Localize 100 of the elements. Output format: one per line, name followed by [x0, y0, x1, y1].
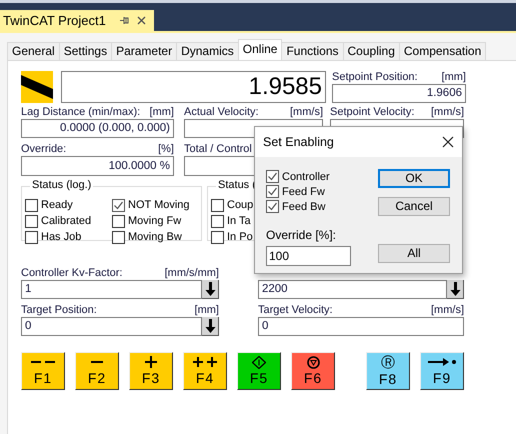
- document-title: TwinCAT Project1: [3, 13, 106, 28]
- checkbox[interactable]: [266, 185, 279, 198]
- striped-axis-icon: [21, 71, 53, 103]
- unit-label: [%]: [158, 143, 174, 156]
- checkbox[interactable]: [211, 214, 224, 228]
- double-plus-icon: [193, 356, 217, 369]
- group-title: Status (log.): [30, 179, 94, 191]
- diamond-icon: [252, 356, 266, 369]
- checkbox-label: Feed Bw: [282, 200, 326, 212]
- field-label: Override:: [21, 143, 66, 156]
- input-field[interactable]: 0: [21, 317, 202, 336]
- checkbox-label: Controller: [282, 170, 330, 182]
- value-field: 100.0000 %: [21, 156, 174, 176]
- key-label: F2: [88, 371, 106, 386]
- function-key[interactable]: F1: [21, 352, 65, 390]
- tab[interactable]: Online: [238, 39, 282, 60]
- field-label: Setpoint Position:: [332, 71, 418, 84]
- checkbox-label: Feed Fw: [282, 186, 325, 198]
- plus-icon: [145, 356, 157, 369]
- tab[interactable]: Dynamics: [176, 42, 239, 60]
- checkbox-label: Has Job: [41, 231, 82, 243]
- checkbox-label: NOT Moving: [128, 199, 190, 211]
- unit-label: [mm]: [442, 71, 466, 84]
- tab[interactable]: Coupling: [342, 42, 400, 60]
- pin-icon[interactable]: [120, 16, 129, 25]
- down-arrow-button[interactable]: [202, 317, 219, 336]
- checkbox-label: Coup: [227, 199, 254, 211]
- key-label: F5: [250, 371, 268, 386]
- checkbox[interactable]: [266, 170, 279, 183]
- function-key[interactable]: F2: [75, 352, 119, 390]
- field-label: Override [%]:: [266, 228, 338, 242]
- key-label: F4: [196, 371, 214, 386]
- function-key[interactable]: F5: [237, 352, 281, 390]
- checkbox[interactable]: [112, 214, 125, 228]
- unit-label: [mm/s]: [431, 106, 464, 119]
- check-icon: [267, 171, 278, 182]
- arrow-dot-icon: [428, 356, 456, 369]
- down-arrow-icon: [204, 319, 216, 333]
- checkbox[interactable]: [266, 200, 279, 213]
- down-arrow-icon: [204, 282, 216, 296]
- input-field[interactable]: 0: [258, 317, 464, 336]
- checkbox-label: Moving Fw: [128, 215, 182, 227]
- key-label: F9: [432, 371, 452, 386]
- down-arrow-icon: [450, 282, 460, 296]
- dialog-button[interactable]: OK: [378, 169, 450, 188]
- checkbox-label: In Po: [227, 231, 253, 243]
- input-field[interactable]: 1: [21, 280, 202, 299]
- down-arrow-button[interactable]: [447, 280, 464, 299]
- checkbox[interactable]: [211, 230, 224, 244]
- unit-label: [mm]: [194, 304, 219, 317]
- checkbox[interactable]: [25, 198, 38, 212]
- tab[interactable]: Functions: [281, 42, 344, 60]
- unit-label: [mm/s]: [290, 106, 323, 119]
- checkbox-label: In Ta: [227, 215, 251, 227]
- field-label: Target Velocity:: [258, 304, 333, 317]
- field-label: Total / Control: [184, 143, 252, 156]
- tab[interactable]: Settings: [58, 42, 112, 60]
- key-label: F3: [142, 371, 160, 386]
- unit-label: [mm/s]: [431, 304, 464, 317]
- checkbox[interactable]: [112, 230, 125, 244]
- position-display: 1.9585: [61, 71, 326, 103]
- checkbox[interactable]: [112, 198, 125, 212]
- field-label: Lag Distance (min/max):: [21, 106, 140, 119]
- document-tab[interactable]: TwinCAT Project1: [0, 10, 154, 31]
- function-key[interactable]: F6: [291, 352, 335, 390]
- function-key[interactable]: Ⓡ F8: [366, 352, 410, 390]
- key-label: F8: [378, 372, 398, 386]
- check-icon: [267, 201, 278, 212]
- unit-label: [mm/s/mm]: [164, 267, 219, 280]
- key-symbol: Ⓡ: [381, 356, 395, 370]
- check-icon: [267, 186, 278, 197]
- unit-label: [mm]: [150, 106, 174, 119]
- field-label: Target Position:: [21, 304, 97, 317]
- checkbox-label: Calibrated: [41, 215, 92, 227]
- tab[interactable]: Parameter: [111, 42, 178, 60]
- check-icon: [113, 200, 124, 210]
- checkbox-label: Moving Bw: [128, 231, 182, 243]
- field-label: Setpoint Velocity:: [330, 106, 414, 119]
- function-key[interactable]: F4: [183, 352, 227, 390]
- input-field[interactable]: 2200: [258, 280, 447, 299]
- field-label: Actual Velocity:: [184, 106, 259, 119]
- checkbox[interactable]: [25, 230, 38, 244]
- dialog-button[interactable]: Cancel: [378, 197, 450, 216]
- dialog-title: Set Enabling: [263, 135, 334, 149]
- key-label: F1: [34, 371, 52, 386]
- override-input[interactable]: 100: [266, 246, 351, 266]
- value-field: 0.0000 (0.000, 0.000): [21, 119, 174, 138]
- dialog-button[interactable]: All: [378, 244, 450, 263]
- tab[interactable]: Compensation: [398, 42, 486, 60]
- down-arrow-button[interactable]: [202, 280, 219, 299]
- tab[interactable]: General: [7, 42, 60, 60]
- field-label: Controller Kv-Factor:: [21, 267, 122, 280]
- function-key[interactable]: F9: [420, 352, 464, 390]
- close-icon[interactable]: [442, 136, 454, 148]
- function-key[interactable]: F3: [129, 352, 173, 390]
- checkbox-label: Ready: [41, 199, 73, 211]
- key-label: F6: [304, 371, 322, 386]
- checkbox[interactable]: [25, 214, 38, 228]
- checkbox[interactable]: [211, 198, 224, 212]
- close-icon[interactable]: [136, 16, 146, 25]
